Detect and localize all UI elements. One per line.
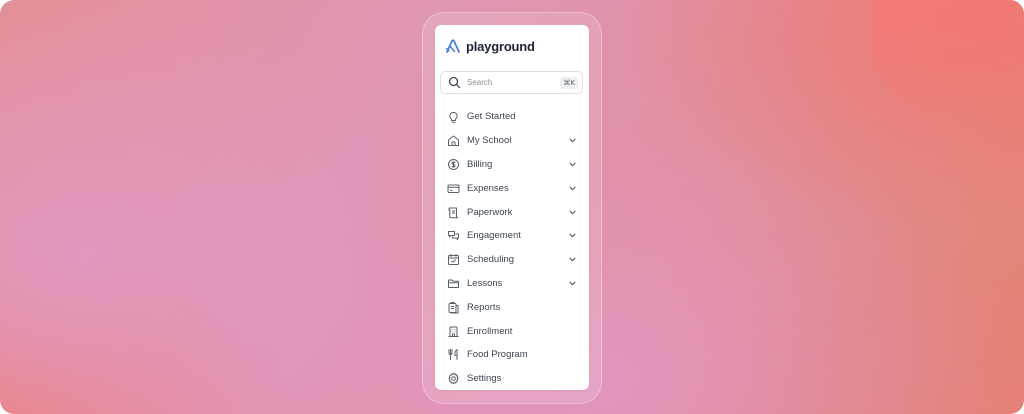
sidebar-item-my-school[interactable]: My School [435, 129, 589, 153]
sidebar-item-label: My School [467, 135, 512, 147]
chevron-down-icon[interactable] [568, 160, 577, 169]
chevron-down-icon[interactable] [568, 231, 577, 240]
search-box[interactable]: ⌘K [440, 71, 583, 94]
sidebar-item-label: Expenses [467, 182, 509, 194]
building-icon [447, 325, 460, 338]
utensils-icon [447, 348, 460, 361]
playground-logo-icon [445, 38, 461, 54]
scroll-icon [447, 206, 460, 219]
sidebar-item-label: Scheduling [467, 254, 515, 266]
sidebar-item-label: Reports [467, 301, 501, 313]
sidebar-item-label: Get Started [467, 111, 516, 123]
background-canvas: playground ⌘K Get Started [0, 0, 1024, 414]
brand-name: playground [466, 38, 535, 54]
sidebar-item-food-program[interactable]: Food Program [435, 343, 589, 367]
search-input[interactable] [467, 75, 557, 90]
sidebar-item-scheduling[interactable]: Scheduling [435, 248, 589, 272]
sidebar-item-billing[interactable]: Billing [435, 153, 589, 177]
sidebar-panel: playground ⌘K Get Started [435, 25, 589, 390]
sidebar-item-label: Food Program [467, 349, 528, 361]
sidebar-item-settings[interactable]: Settings [435, 367, 589, 390]
chevron-down-icon[interactable] [568, 136, 577, 145]
sidebar-item-enrollment[interactable]: Enrollment [435, 319, 589, 343]
sidebar-item-label: Billing [467, 158, 493, 170]
brand[interactable]: playground [445, 37, 535, 55]
calendar-check-icon [447, 253, 460, 266]
sidebar-item-label: Paperwork [467, 206, 513, 218]
sidebar-item-engagement[interactable]: Engagement [435, 224, 589, 248]
search-shortcut-badge: ⌘K [560, 77, 578, 89]
sidebar-nav: Get Started My School Billing Expenses P… [435, 105, 589, 390]
sidebar-item-lessons[interactable]: Lessons [435, 272, 589, 296]
chevron-down-icon[interactable] [568, 255, 577, 264]
sidebar-item-paperwork[interactable]: Paperwork [435, 200, 589, 224]
clipboard-icon [447, 301, 460, 314]
chevron-down-icon[interactable] [568, 279, 577, 288]
chat-bubbles-icon [447, 229, 460, 242]
sidebar-item-label: Enrollment [467, 325, 513, 337]
dollar-circle-icon [447, 158, 460, 171]
sidebar-item-get-started[interactable]: Get Started [435, 105, 589, 129]
gear-icon [447, 372, 460, 385]
search-icon [448, 76, 461, 89]
sidebar-item-reports[interactable]: Reports [435, 295, 589, 319]
chevron-down-icon[interactable] [568, 208, 577, 217]
folder-icon [447, 277, 460, 290]
sidebar-item-expenses[interactable]: Expenses [435, 176, 589, 200]
sidebar-item-label: Lessons [467, 277, 503, 289]
sidebar-item-label: Engagement [467, 230, 521, 242]
background-glow [874, 0, 1024, 110]
lightbulb-icon [447, 111, 460, 124]
credit-card-icon [447, 182, 460, 195]
home-icon [447, 134, 460, 147]
sidebar-item-label: Settings [467, 373, 502, 385]
chevron-down-icon[interactable] [568, 184, 577, 193]
